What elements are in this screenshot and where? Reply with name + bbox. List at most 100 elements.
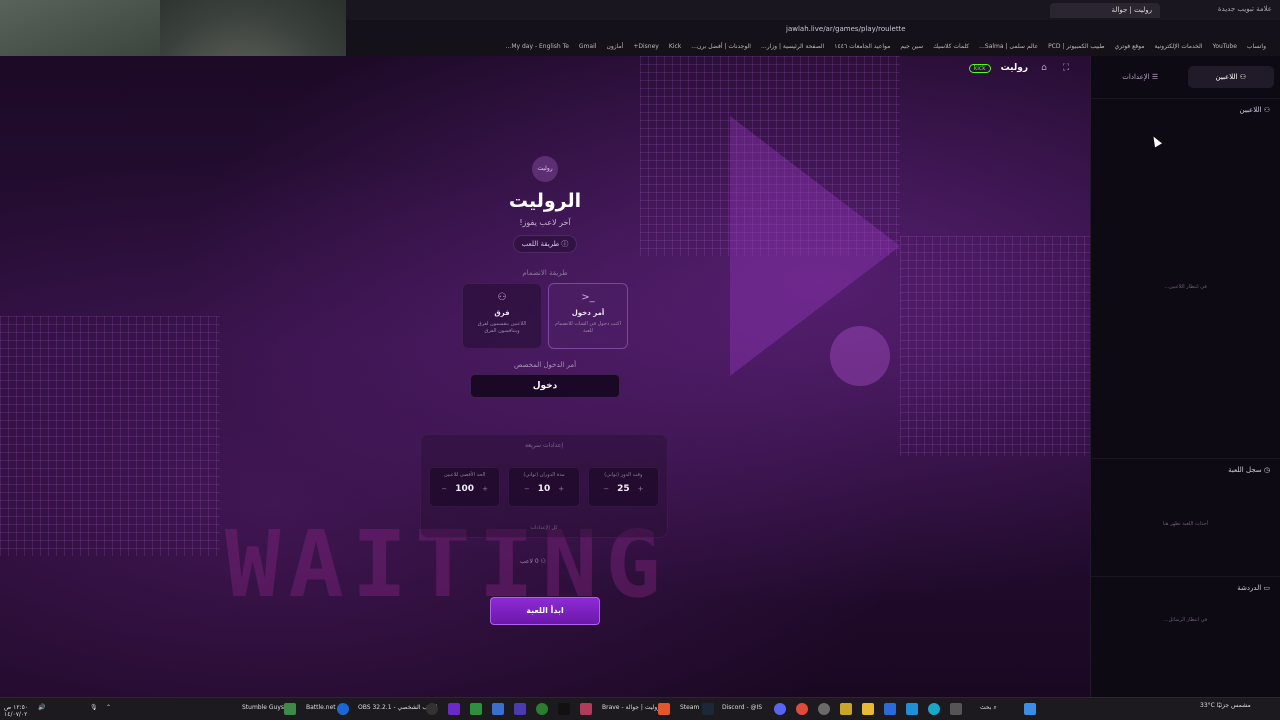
- taskbar-item[interactable]: Steam: [680, 704, 699, 711]
- right-sidebar: ⚇ اللاعبين ☰ الإعدادات ⚇ اللاعبين في انت…: [1090, 56, 1280, 697]
- sidebar-tabs: ⚇ اللاعبين ☰ الإعدادات: [1097, 66, 1274, 88]
- bookmark-item[interactable]: الوجدنات | أفضل برن...: [691, 43, 751, 53]
- terminal-icon: >_: [581, 292, 595, 303]
- battlenet-icon[interactable]: [337, 703, 349, 715]
- home-icon[interactable]: ⌂: [1038, 62, 1050, 74]
- pixel-pattern: [0, 316, 220, 556]
- app-icon[interactable]: [950, 703, 962, 715]
- bookmark-item[interactable]: سين جيم: [900, 43, 923, 53]
- app-icon[interactable]: [818, 703, 830, 715]
- taskbar-item[interactable]: Battle.net: [306, 704, 336, 711]
- taskbar-item[interactable]: Discord - @IS: [722, 704, 762, 711]
- microphone-icon[interactable]: 🎙: [90, 704, 98, 711]
- custom-command-label: أمر الدخول المخصص: [513, 361, 577, 369]
- quick-settings-title: إعدادات سريعة: [524, 442, 564, 449]
- quick-settings-panel: إعدادات سريعة وقت الدور (ثواني) −25 + مدة…: [420, 434, 668, 538]
- decrement-button[interactable]: −: [603, 485, 609, 493]
- join-method-label: طريقة الانضمام: [522, 269, 568, 277]
- search-icon: ⌕: [993, 704, 997, 711]
- bookmark-item[interactable]: الخدمات الإلكترونية: [1154, 43, 1202, 53]
- setting-value[interactable]: 10: [538, 484, 551, 494]
- setting-value[interactable]: 25: [617, 484, 630, 494]
- weather-widget[interactable]: 33°C مشمس جزئيًا: [1200, 702, 1251, 709]
- brave-icon[interactable]: [658, 703, 670, 715]
- bookmark-item[interactable]: YouTube: [1213, 43, 1237, 53]
- app-icon[interactable]: [470, 703, 482, 715]
- edge-icon[interactable]: [928, 703, 940, 715]
- game-subtitle: آخر لاعب يفوز!: [519, 218, 571, 227]
- app-icon[interactable]: [514, 703, 526, 715]
- taskbar-item[interactable]: Brave - روليت | جوالة: [602, 704, 660, 711]
- windows-start-icon[interactable]: [1024, 703, 1036, 715]
- chat-empty: في انتظار الرسائل...: [1163, 617, 1208, 623]
- decrement-button[interactable]: −: [441, 485, 447, 493]
- bookmark-item[interactable]: واتساب: [1247, 43, 1266, 53]
- file-explorer-icon[interactable]: [862, 703, 874, 715]
- bookmark-item[interactable]: موقع فوتري: [1115, 43, 1145, 53]
- bookmark-item[interactable]: Gmail: [579, 43, 597, 53]
- increment-button[interactable]: +: [482, 485, 488, 493]
- bookmark-item[interactable]: الصفحة الرئيسية | وزار...: [761, 43, 824, 53]
- users-icon: ⚇: [1237, 73, 1246, 81]
- volume-icon[interactable]: 🔊: [38, 704, 45, 711]
- address-bar[interactable]: jawlah.live/ar/games/play/roulette: [346, 20, 1280, 40]
- stumble-guys-icon[interactable]: [284, 703, 296, 715]
- bookmark-item[interactable]: Disney+: [633, 43, 659, 53]
- info-icon: ⓘ: [561, 240, 569, 248]
- roulette-logo: روليت: [532, 156, 558, 182]
- bookmark-item[interactable]: أمازون: [606, 43, 623, 53]
- mode-teams[interactable]: ⚇ فرق اللاعبين ينقسمون لفرق ويتنافسون ال…: [462, 283, 542, 349]
- bookmark-item[interactable]: مواعيد الجامعات ١٤٤٦: [834, 43, 890, 53]
- tray-chevron-icon[interactable]: ⌃: [106, 704, 111, 711]
- app-icon[interactable]: [580, 703, 592, 715]
- decrement-button[interactable]: −: [524, 485, 530, 493]
- bookmark-item[interactable]: عالم سلمى | Salma...: [979, 43, 1038, 53]
- increment-button[interactable]: +: [558, 485, 564, 493]
- chat-section: ▭ الدردشة في انتظار الرسائل...: [1091, 576, 1280, 697]
- taskbar-search[interactable]: بحث ⌕: [980, 704, 997, 712]
- bookmark-item[interactable]: Kick: [669, 43, 681, 53]
- pixel-pattern: [900, 236, 1090, 456]
- mode-desc: اكتب دخول في الشات للانضمام للعبة: [555, 321, 621, 334]
- taskbar-item[interactable]: Stumble Guys: [242, 704, 284, 711]
- kick-badge: kick: [968, 63, 991, 73]
- fullscreen-icon[interactable]: ⛶: [1060, 62, 1072, 74]
- mode-command[interactable]: >_ أمر دخول اكتب دخول في الشات للانضمام …: [548, 283, 628, 349]
- clock-date[interactable]: ١٤/٠٧/٠٢: [4, 711, 27, 718]
- bookmark-item[interactable]: كلمات كلاسيك: [933, 43, 969, 53]
- tab-title: روليت | جوالة: [1111, 6, 1152, 14]
- tiktok-icon[interactable]: [558, 703, 570, 715]
- steam-icon[interactable]: [702, 703, 714, 715]
- tab-players[interactable]: ⚇ اللاعبين: [1187, 66, 1274, 88]
- store-icon[interactable]: [884, 703, 896, 715]
- browser-tab-new[interactable]: علامة تبويب جديدة: [1218, 5, 1272, 13]
- app-icon[interactable]: [840, 703, 852, 715]
- join-modes: >_ أمر دخول اكتب دخول في الشات للانضمام …: [420, 283, 670, 349]
- how-to-play-button[interactable]: ⓘ طريقة اللعب: [512, 235, 578, 253]
- custom-command-input[interactable]: دخول: [470, 374, 620, 398]
- xbox-icon[interactable]: [536, 703, 548, 715]
- users-icon: ⚇: [1261, 106, 1270, 114]
- chrome-icon[interactable]: [796, 703, 808, 715]
- app-icon[interactable]: [448, 703, 460, 715]
- discord-icon[interactable]: [774, 703, 786, 715]
- obs-icon[interactable]: [426, 703, 438, 715]
- users-icon: ⚇: [497, 292, 507, 303]
- clock-time[interactable]: ١٢:٥٠ ص: [4, 704, 28, 711]
- app-icon[interactable]: [906, 703, 918, 715]
- mode-desc: اللاعبين ينقسمون لفرق ويتنافسون الفرق: [477, 321, 527, 334]
- bookmark-item[interactable]: My day - English Te...: [506, 43, 569, 53]
- search-label: بحث: [980, 704, 992, 711]
- tab-settings[interactable]: ☰ الإعدادات: [1097, 66, 1184, 88]
- tab-players-label: اللاعبين: [1215, 73, 1238, 81]
- url-text[interactable]: jawlah.live/ar/games/play/roulette: [786, 25, 906, 33]
- app-icon[interactable]: [492, 703, 504, 715]
- browser-tab-active[interactable]: روليت | جوالة: [1050, 3, 1160, 18]
- setting-value[interactable]: 100: [455, 484, 474, 494]
- how-to-play-label: طريقة اللعب: [521, 240, 560, 248]
- players-count: ⚇ 0 لاعب: [520, 558, 546, 565]
- start-game-button[interactable]: ابدأ اللعبة: [490, 597, 600, 625]
- increment-button[interactable]: +: [638, 485, 644, 493]
- bookmark-item[interactable]: طبيب الكمبيوتر | PCD: [1048, 43, 1104, 53]
- all-settings-link[interactable]: كل الإعدادات: [421, 525, 667, 531]
